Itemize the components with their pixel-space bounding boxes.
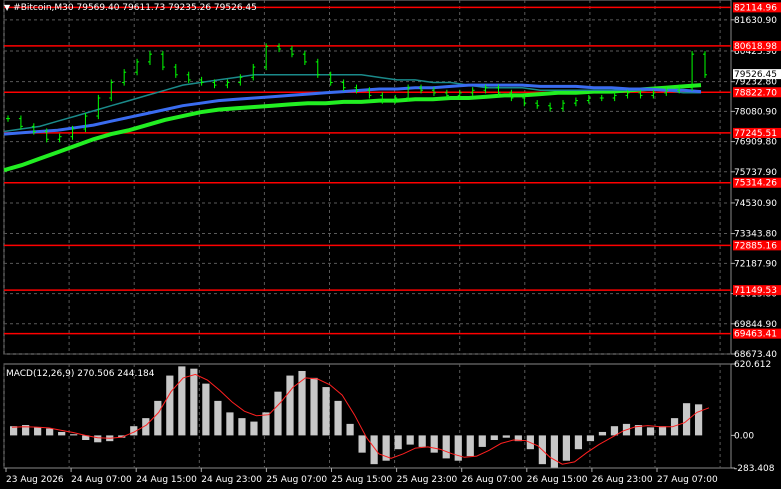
macd-hist-bar xyxy=(502,435,510,438)
macd-hist-bar xyxy=(238,418,246,436)
macd-hist-bar xyxy=(562,435,571,461)
macd-hist-bar xyxy=(166,375,174,436)
price-pane-frame xyxy=(3,0,732,355)
level-label: 75314.26 xyxy=(734,179,777,189)
macd-hist-bar xyxy=(178,366,186,436)
macd-hist-bar xyxy=(358,435,366,453)
price-tick-label: 75737.90 xyxy=(734,168,777,178)
collapse-arrow-icon[interactable]: ▼ xyxy=(4,3,10,12)
macd-hist-bar xyxy=(406,435,414,445)
macd-hist-bar xyxy=(70,434,78,436)
macd-tick-label: 620.612 xyxy=(734,360,771,370)
macd-hist-bar xyxy=(322,387,330,436)
price-tick-label: 76909.80 xyxy=(734,138,777,148)
level-label: 82114.96 xyxy=(734,3,777,13)
time-tick-label: 24 Aug 23:00 xyxy=(201,475,262,485)
price-chart[interactable]: 81630.9080423.9079232.8078080.9076909.80… xyxy=(0,0,781,489)
time-tick-label: 25 Aug 15:00 xyxy=(331,475,392,485)
price-tick-label: 72187.90 xyxy=(734,259,777,269)
macd-hist-bar xyxy=(46,428,54,436)
ma-slow-line xyxy=(3,83,702,173)
price-tick-label: 68673.40 xyxy=(734,350,777,360)
macd-hist-bar xyxy=(346,423,354,436)
time-tick-label: 24 Aug 15:00 xyxy=(136,475,197,485)
price-tick-label: 69844.90 xyxy=(734,320,777,330)
time-tick-label: 24 Aug 07:00 xyxy=(71,475,132,485)
level-label: 72885.16 xyxy=(734,241,777,251)
macd-hist-bar xyxy=(370,435,378,465)
macd-hist-bar xyxy=(250,421,258,436)
macd-hist-bar xyxy=(478,435,486,447)
macd-hist-bar xyxy=(430,435,438,453)
price-tick-label: 73343.80 xyxy=(734,230,777,240)
macd-hist-bar xyxy=(646,427,655,436)
macd-hist-bar xyxy=(658,426,667,436)
macd-hist-bar xyxy=(694,404,703,436)
level-label: 69463.41 xyxy=(734,330,777,340)
macd-hist-bar xyxy=(58,431,66,436)
level-label: 80618.98 xyxy=(734,42,777,52)
time-tick-label: 25 Aug 07:00 xyxy=(266,475,327,485)
chart-header: ▼ #Bitcoin,M30 79569.40 79611.73 79235.26… xyxy=(4,3,257,13)
macd-hist-bar xyxy=(466,435,474,457)
macd-hist-bar xyxy=(226,412,234,436)
macd-hist-bar xyxy=(154,400,162,436)
time-tick-label: 25 Aug 23:00 xyxy=(397,475,458,485)
macd-hist-bar xyxy=(274,391,282,436)
macd-hist-bar xyxy=(454,435,462,461)
macd-tick-label: -283.408 xyxy=(734,464,775,474)
time-tick-label: 27 Aug 07:00 xyxy=(657,475,718,485)
macd-hist-bar xyxy=(550,435,558,468)
level-label: 77245.51 xyxy=(734,129,777,139)
macd-hist-bar xyxy=(598,431,607,436)
level-label: 78822.70 xyxy=(734,88,777,98)
macd-hist-bar xyxy=(262,412,270,436)
macd-hist-bar xyxy=(418,435,426,447)
price-tick-label: 78080.90 xyxy=(734,107,777,117)
macd-label: MACD(12,26,9) 270.506 244.184 xyxy=(6,369,155,379)
macd-hist-bar xyxy=(214,400,222,436)
macd-hist-bar xyxy=(34,427,42,436)
level-label: 71149.53 xyxy=(734,286,777,296)
macd-hist-bar xyxy=(586,435,595,442)
macd-hist-bar xyxy=(442,435,450,459)
macd-hist-bar xyxy=(94,435,102,443)
symbol-quote: #Bitcoin,M30 79569.40 79611.73 79235.26 … xyxy=(13,3,257,13)
macd-pane-frame xyxy=(3,363,732,469)
macd-hist-bar xyxy=(202,383,210,436)
current-price-label: 79526.45 xyxy=(734,70,777,80)
macd-hist-bar xyxy=(394,435,402,450)
macd-hist-bar xyxy=(490,435,498,440)
macd-tick-label: 0.00 xyxy=(734,431,754,441)
macd-hist-bar xyxy=(286,375,294,436)
macd-hist-bar xyxy=(574,435,583,450)
time-tick-label: 26 Aug 15:00 xyxy=(527,475,588,485)
time-tick-label: 26 Aug 23:00 xyxy=(592,475,653,485)
price-tick-label: 81630.90 xyxy=(734,16,777,26)
macd-hist-bar xyxy=(310,377,318,436)
time-tick-label: 26 Aug 07:00 xyxy=(462,475,523,485)
macd-hist-bar xyxy=(334,400,342,436)
time-tick-label: 23 Aug 2026 xyxy=(6,475,64,485)
price-tick-label: 74530.90 xyxy=(734,199,777,209)
macd-hist-bar xyxy=(190,368,198,436)
